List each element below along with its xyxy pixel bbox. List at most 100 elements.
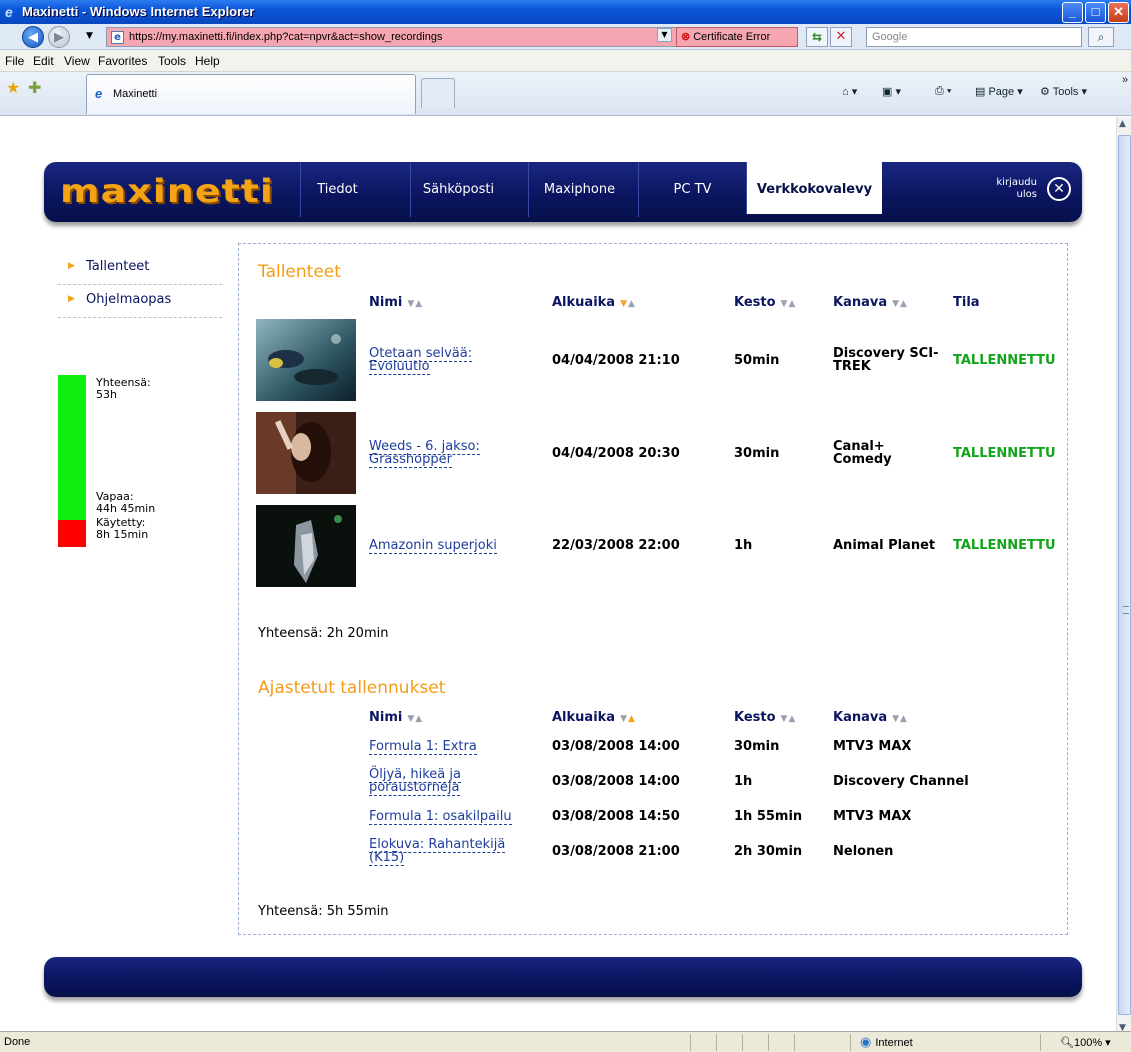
sort-icon[interactable]: ▼▲ — [892, 299, 908, 309]
nav-sahkoposti[interactable]: Sähköposti — [410, 162, 506, 217]
sort-icon[interactable]: ▼▲ — [407, 299, 423, 309]
close-button[interactable]: ✕ — [1108, 2, 1129, 23]
chevron-more-icon[interactable]: » — [1122, 74, 1128, 86]
column-header-name[interactable]: Nimi ▼▲ — [369, 295, 423, 310]
certificate-error-label: Certificate Error — [693, 31, 771, 43]
column-header-start[interactable]: Alkuaika ▼▲ — [552, 295, 636, 310]
sort-icon[interactable]: ▼▲ — [892, 714, 908, 724]
table-row[interactable]: Weeds - 6. jakso: Grasshopper — [369, 439, 480, 468]
column-header-start[interactable]: Alkuaika ▼▲ — [552, 710, 636, 725]
menu-tools[interactable]: Tools — [158, 54, 186, 68]
forward-button[interactable]: ▶ — [48, 26, 70, 48]
scheduled-duration: 1h 55min — [734, 809, 803, 824]
logout-icon[interactable]: ✕ — [1047, 177, 1071, 201]
recording-link[interactable]: Otetaan selvää: Evoluutio — [369, 346, 473, 375]
browser-tab-maxinetti[interactable]: e Maxinetti — [86, 74, 416, 114]
url-dropdown-button[interactable]: ▼ — [657, 28, 672, 42]
back-button[interactable]: ◀ — [22, 26, 44, 48]
logout-label[interactable]: kirjaudu ulos — [977, 177, 1037, 201]
status-divider — [850, 1034, 851, 1051]
sidebar-menu: ▶ Tallenteet ▶ Ohjelmaopas — [58, 252, 222, 318]
scheduled-channel: MTV3 MAX — [833, 809, 912, 824]
header-label: Kesto — [734, 295, 776, 310]
sort-icon[interactable]: ▼▲ — [781, 299, 797, 309]
feeds-icon[interactable]: ▣ ▾ — [882, 85, 901, 98]
sidebar-item-ohjelmaopas[interactable]: ▶ Ohjelmaopas — [58, 285, 222, 318]
table-row[interactable]: Öljyä, hikeä ja poraustorneja — [369, 767, 461, 796]
recording-thumbnail-amazonin[interactable] — [256, 505, 356, 587]
sort-icon[interactable]: ▼▲ — [407, 714, 423, 724]
column-header-name[interactable]: Nimi ▼▲ — [369, 710, 423, 725]
menu-file[interactable]: File — [5, 54, 24, 68]
column-header-channel[interactable]: Kanava ▼▲ — [833, 295, 908, 310]
sidebar-item-tallenteet[interactable]: ▶ Tallenteet — [58, 252, 222, 285]
recording-link[interactable]: Weeds - 6. jakso: Grasshopper — [369, 439, 480, 468]
table-row[interactable]: Formula 1: osakilpailu — [369, 809, 512, 825]
sort-icon[interactable]: ▼▲ — [620, 714, 636, 724]
scheduled-link[interactable]: Elokuva: Rahantekijä (K15) — [369, 837, 506, 866]
recording-link[interactable]: Amazonin superjoki — [369, 538, 497, 554]
add-favorite-icon[interactable]: ✚ — [28, 78, 41, 98]
recording-status: TALLENNETTU — [953, 446, 1056, 461]
sort-icon[interactable]: ▼▲ — [620, 299, 636, 309]
nav-tiedot[interactable]: Tiedot — [300, 162, 374, 217]
menu-help[interactable]: Help — [195, 54, 220, 68]
zoom-level[interactable]: 🔍︎100% ▾ — [1060, 1036, 1111, 1049]
home-icon[interactable]: ⌂ ▾ — [842, 85, 857, 98]
recording-thumbnail-weeds[interactable] — [256, 412, 356, 494]
zoom-label: 100% — [1073, 1037, 1103, 1049]
column-header-duration[interactable]: Kesto ▼▲ — [734, 710, 796, 725]
column-header-channel[interactable]: Kanava ▼▲ — [833, 710, 908, 725]
status-divider — [794, 1034, 795, 1051]
table-row[interactable]: Amazonin superjoki — [369, 538, 497, 554]
menu-view[interactable]: View — [64, 54, 90, 68]
sort-icon[interactable]: ▼▲ — [781, 714, 797, 724]
column-header-duration[interactable]: Kesto ▼▲ — [734, 295, 796, 310]
scheduled-link[interactable]: Formula 1: osakilpailu — [369, 809, 512, 825]
scroll-thumb[interactable] — [1118, 135, 1131, 1015]
address-bar: ◀ ▶ ▼ e https://my.maxinetti.fi/index.ph… — [0, 24, 1131, 50]
table-row[interactable]: Elokuva: Rahantekijä (K15) — [369, 837, 506, 866]
search-button[interactable]: ⌕ — [1088, 27, 1114, 47]
nav-pc-tv[interactable]: PC TV — [638, 162, 746, 217]
table-row[interactable]: Formula 1: Extra — [369, 739, 477, 755]
scroll-up-icon[interactable]: ▲ — [1119, 119, 1126, 129]
site-logo[interactable]: maxinetti — [60, 172, 274, 209]
scheduled-link[interactable]: Formula 1: Extra — [369, 739, 477, 755]
print-icon[interactable]: ⎙ ▾ — [935, 85, 951, 98]
recording-thumbnail-evoluutio[interactable] — [256, 319, 356, 401]
status-text: Done — [4, 1036, 31, 1048]
table-row[interactable]: Otetaan selvää: Evoluutio — [369, 346, 473, 375]
header-label: Alkuaika — [552, 295, 616, 310]
url-field[interactable]: e https://my.maxinetti.fi/index.php?cat=… — [106, 27, 686, 47]
scheduled-link[interactable]: Öljyä, hikeä ja poraustorneja — [369, 767, 461, 796]
gear-icon: ⚙ — [1040, 86, 1053, 98]
page-menu-label: Page — [988, 86, 1015, 98]
new-tab-button[interactable] — [421, 78, 455, 108]
recordings-title: Tallenteet — [258, 262, 341, 282]
recording-duration: 30min — [734, 446, 780, 461]
menu-edit[interactable]: Edit — [33, 54, 54, 68]
refresh-button[interactable]: ⇆ — [806, 27, 828, 47]
tools-menu-button[interactable]: ⚙ Tools ▾ — [1040, 85, 1087, 98]
page-menu-button[interactable]: ▤ Page ▾ — [975, 85, 1023, 98]
recent-pages-dropdown-icon[interactable]: ▼ — [86, 31, 93, 41]
menu-bar: File Edit View Favorites Tools Help — [0, 50, 1131, 72]
header-label: Kesto — [734, 710, 776, 725]
maximize-button[interactable]: □ — [1085, 2, 1106, 23]
header-label: Nimi — [369, 295, 403, 310]
vertical-scrollbar[interactable]: ▲ ▼ — [1116, 117, 1131, 1042]
scheduled-channel: Nelonen — [833, 844, 894, 859]
nav-verkkokovalevy[interactable]: Verkkokovalevy — [746, 162, 882, 214]
stop-button[interactable]: ✕ — [830, 27, 852, 47]
header-label: Kanava — [833, 710, 888, 725]
error-icon: ⊗ — [681, 31, 691, 43]
recording-name-line2: Evoluutio — [369, 359, 430, 374]
favorites-star-icon[interactable]: ★ — [6, 78, 20, 98]
search-input[interactable]: Google — [866, 27, 1082, 47]
certificate-error-button[interactable]: ⊗ Certificate Error — [676, 27, 798, 47]
nav-maxiphone[interactable]: Maxiphone — [528, 162, 630, 217]
security-zone[interactable]: ◉ Internet — [860, 1034, 913, 1050]
menu-favorites[interactable]: Favorites — [98, 54, 147, 68]
minimize-button[interactable]: _ — [1062, 2, 1083, 23]
